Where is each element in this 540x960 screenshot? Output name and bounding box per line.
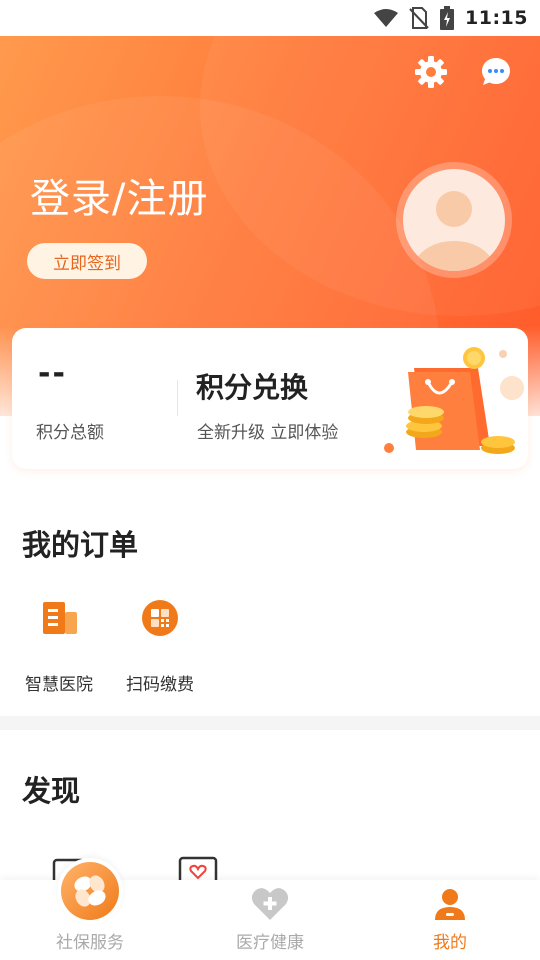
points-exchange-subtitle[interactable]: 全新升级 立即体验 bbox=[197, 418, 338, 443]
heart-plus-icon bbox=[251, 888, 289, 920]
chat-bubble-icon bbox=[482, 58, 510, 85]
login-register-link[interactable]: 登录/注册 bbox=[30, 166, 208, 224]
tab-social-security[interactable]: 社保服务 bbox=[0, 858, 180, 960]
tab-label: 我的 bbox=[433, 933, 467, 953]
default-avatar-icon bbox=[403, 169, 505, 271]
tab-mine[interactable]: 我的 bbox=[360, 880, 540, 960]
checkin-button[interactable]: 立即签到 bbox=[27, 243, 147, 279]
order-item-smart-hospital[interactable]: 智慧医院 bbox=[14, 598, 104, 698]
person-icon bbox=[435, 889, 465, 920]
section-divider bbox=[0, 716, 540, 730]
discover-title: 发现 bbox=[22, 774, 81, 808]
status-bar: 11:15 bbox=[0, 0, 540, 36]
bottom-tab-bar: 社保服务 医疗健康 我的 bbox=[0, 858, 540, 960]
points-exchange-title[interactable]: 积分兑换 bbox=[196, 366, 308, 406]
no-sim-icon bbox=[409, 7, 429, 29]
points-total-value: -- bbox=[38, 356, 67, 391]
divider bbox=[177, 380, 178, 416]
my-orders-title: 我的订单 bbox=[22, 528, 139, 562]
my-orders-section: 我的订单 智慧医院 扫码缴费 bbox=[0, 484, 540, 716]
tab-label: 社保服务 bbox=[56, 933, 124, 953]
tab-label: 医疗健康 bbox=[236, 933, 304, 953]
points-card: -- 积分总额 积分兑换 全新升级 立即体验 bbox=[12, 328, 528, 469]
settings-button[interactable] bbox=[413, 54, 449, 90]
discover-section: 发现 bbox=[0, 730, 540, 884]
battery-charging-icon bbox=[440, 6, 455, 30]
message-button[interactable] bbox=[478, 54, 514, 90]
clock: 11:15 bbox=[465, 7, 528, 29]
scan-pay-icon bbox=[142, 600, 178, 636]
order-item-scan-pay[interactable]: 扫码缴费 bbox=[115, 598, 205, 698]
gear-icon bbox=[415, 56, 447, 88]
order-label: 扫码缴费 bbox=[126, 675, 194, 695]
social-security-icon bbox=[61, 862, 119, 920]
wifi-icon bbox=[374, 9, 399, 27]
avatar[interactable] bbox=[396, 162, 512, 278]
shopping-bag-coins-icon[interactable] bbox=[366, 342, 526, 466]
tab-medical-health[interactable]: 医疗健康 bbox=[180, 880, 360, 960]
status-icons: 11:15 bbox=[373, 6, 528, 30]
hospital-icon bbox=[43, 602, 77, 634]
order-label: 智慧医院 bbox=[25, 675, 93, 695]
points-total-label: 积分总额 bbox=[36, 423, 104, 443]
